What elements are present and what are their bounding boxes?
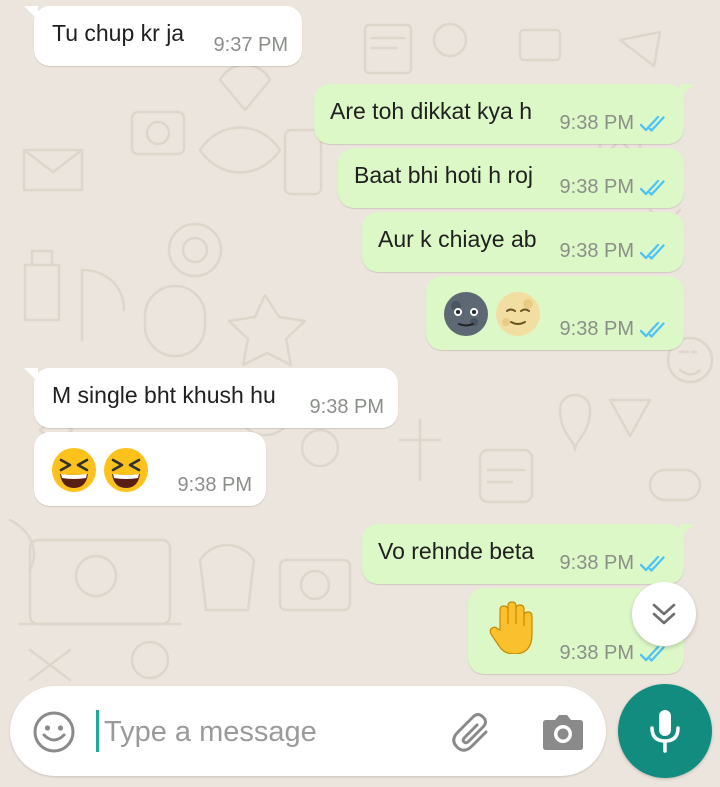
camera-icon [543, 715, 583, 750]
emoji-row [50, 446, 150, 494]
scroll-to-bottom-button[interactable] [632, 582, 696, 646]
grinning-squinting-face-emoji [52, 448, 96, 492]
message-time: 9:38 PM [559, 240, 634, 262]
message-bubble-outgoing[interactable]: Aur k chiaye ab 9:38 PM [362, 212, 684, 272]
read-receipt-icon [640, 243, 665, 260]
read-receipt-icon [640, 321, 665, 338]
message-composer [10, 686, 606, 776]
message-bubble-outgoing[interactable]: Are toh dikkat kya h 9:38 PM [314, 84, 694, 144]
emoji-row [486, 600, 536, 654]
raised-hand-emoji [489, 601, 533, 654]
message-meta: 9:38 PM [560, 318, 670, 341]
message-text: Tu chup kr ja [52, 20, 185, 46]
message-meta: 9:37 PM [214, 34, 288, 57]
double-chevron-down-icon [652, 603, 676, 625]
message-time: 9:38 PM [559, 112, 634, 134]
message-meta: 9:38 PM [560, 642, 670, 665]
message-bubble-outgoing[interactable]: Vo rehnde beta 9:38 PM [362, 524, 694, 584]
text-cursor [96, 710, 99, 752]
new-moon-face-emoji [444, 292, 488, 336]
message-time: 9:38 PM [559, 552, 634, 574]
message-bubble-outgoing[interactable]: Baat bhi hoti h roj 9:38 PM [338, 148, 684, 208]
microphone-icon [650, 710, 680, 753]
grinning-squinting-face-emoji [104, 448, 148, 492]
message-bubble-incoming[interactable]: M single bht khush hu 9:38 PM [24, 368, 398, 428]
read-receipt-icon [640, 645, 665, 662]
message-text: Aur k chiaye ab [378, 226, 537, 252]
read-receipt-icon [640, 179, 665, 196]
message-text: Are toh dikkat kya h [330, 98, 532, 124]
attach-button[interactable] [450, 710, 494, 759]
read-receipt-icon [640, 555, 665, 572]
message-text: M single bht khush hu [52, 382, 276, 408]
message-input[interactable] [104, 712, 434, 752]
paperclip-icon [452, 713, 488, 752]
emoji-row [442, 290, 542, 338]
message-time: 9:38 PM [559, 176, 634, 198]
camera-button[interactable] [542, 712, 584, 757]
message-bubble-incoming[interactable]: 9:38 PM [34, 432, 266, 506]
message-meta: 9:38 PM [560, 240, 670, 263]
read-receipt-icon [640, 115, 665, 132]
message-time: 9:38 PM [177, 474, 252, 496]
message-time: 9:38 PM [559, 318, 634, 340]
message-meta: 9:38 PM [178, 474, 252, 497]
full-moon-face-emoji [496, 292, 540, 336]
message-time: 9:38 PM [309, 396, 384, 418]
message-meta: 9:38 PM [560, 112, 670, 135]
message-time: 9:38 PM [559, 642, 634, 664]
message-text: Baat bhi hoti h roj [354, 162, 534, 188]
message-meta: 9:38 PM [560, 176, 670, 199]
voice-record-button[interactable] [618, 684, 712, 778]
emoji-icon [33, 711, 75, 753]
emoji-button[interactable] [32, 710, 76, 759]
message-time: 9:37 PM [213, 34, 288, 56]
message-bubble-outgoing[interactable]: 9:38 PM [426, 276, 684, 350]
message-meta: 9:38 PM [310, 396, 384, 419]
message-text: Vo rehnde beta [378, 538, 535, 564]
message-bubble-incoming[interactable]: Tu chup kr ja 9:37 PM [24, 6, 302, 66]
message-meta: 9:38 PM [560, 552, 670, 575]
